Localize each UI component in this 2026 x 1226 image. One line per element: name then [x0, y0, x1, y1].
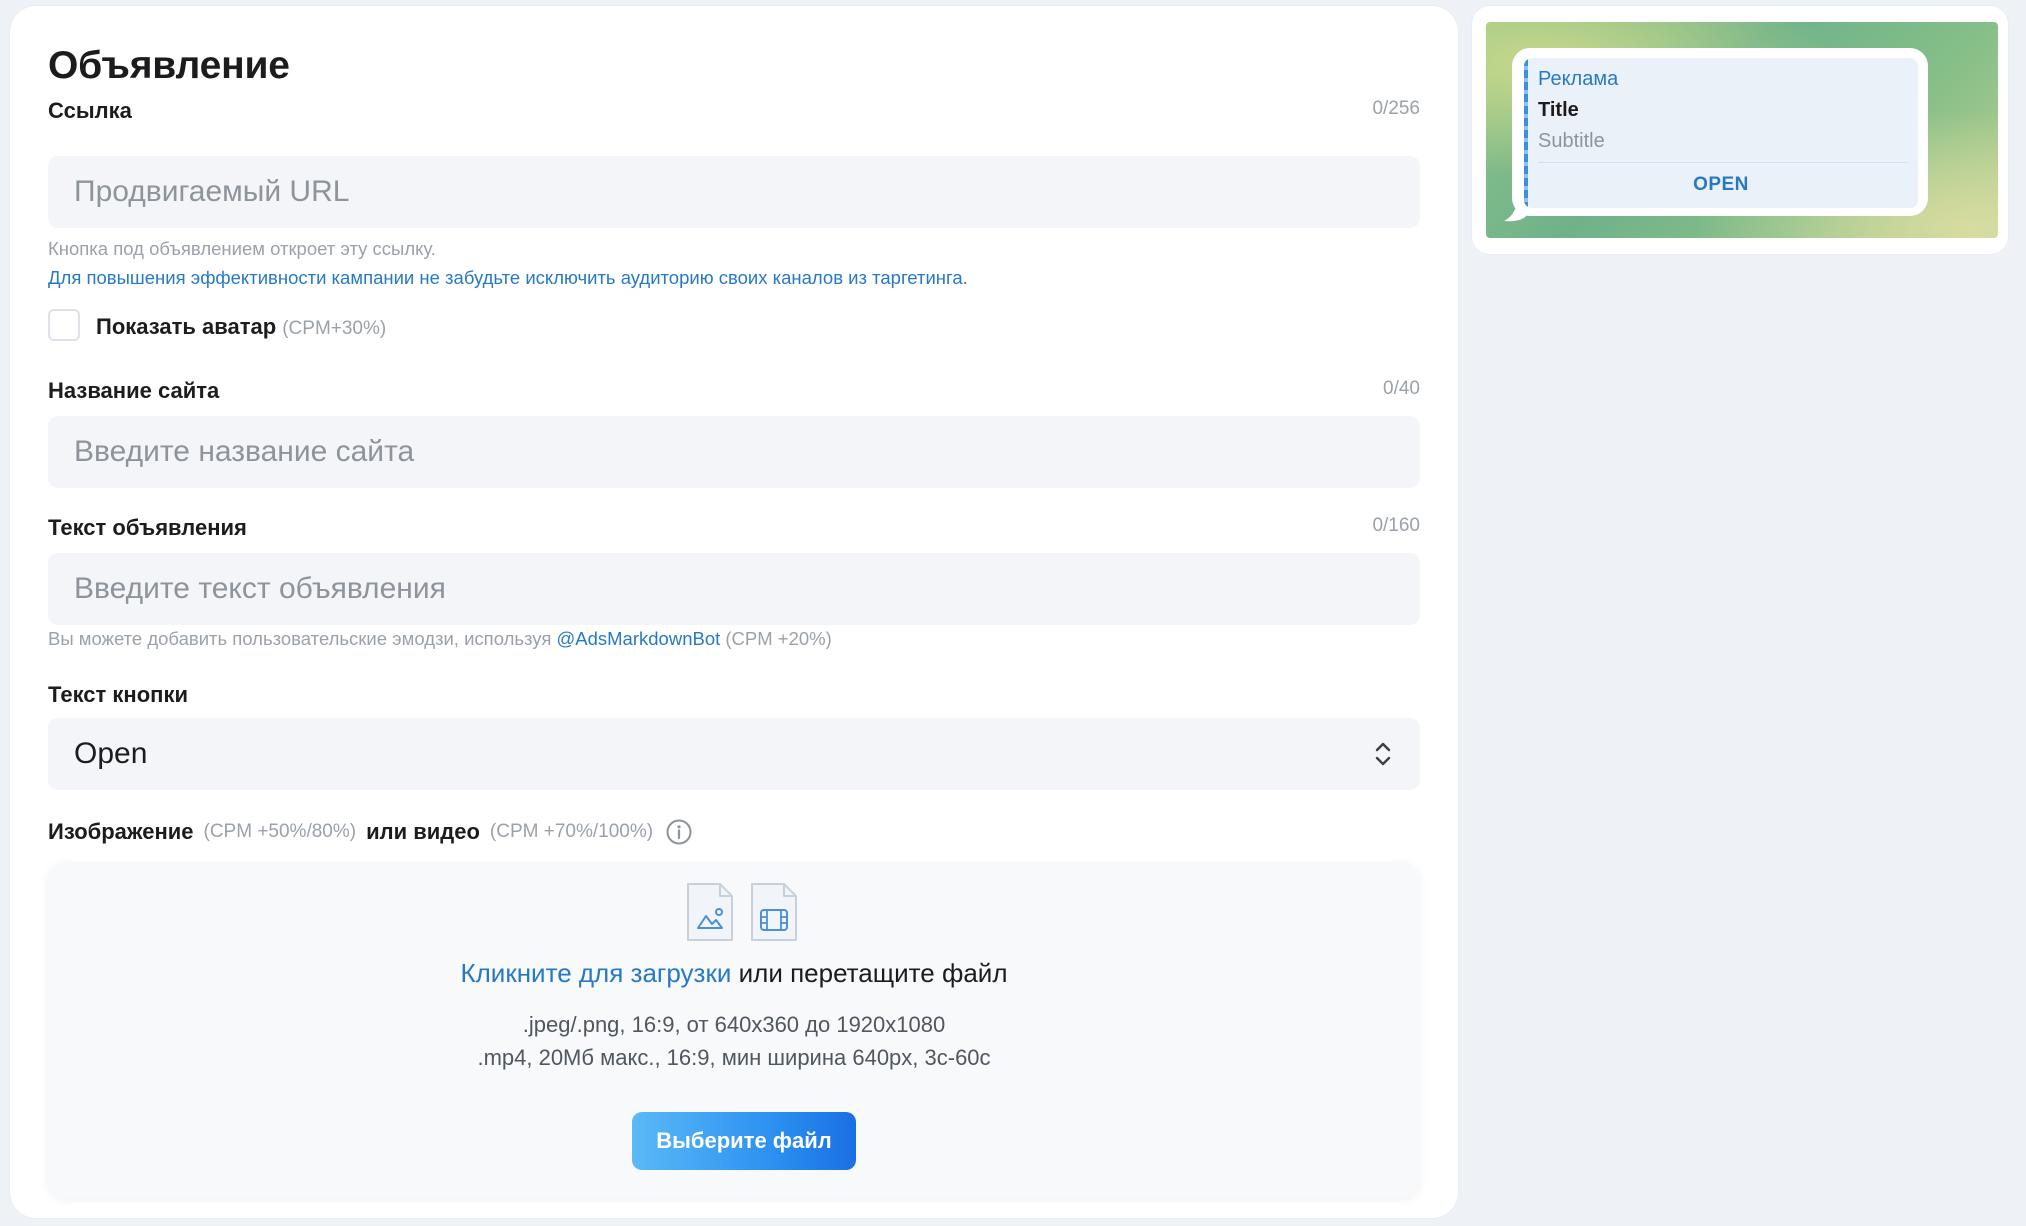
video-file-icon [751, 883, 797, 941]
media-image-cpm-note: (CPM +50%/80%) [203, 821, 357, 842]
site-name-counter: 0/40 [1383, 378, 1420, 399]
chevron-up-down-icon [1375, 742, 1391, 766]
media-video-cpm-note: (CPM +70%/100%) [489, 821, 654, 842]
ad-text-label: Текст объявления [48, 515, 247, 540]
media-video-label: или видео [366, 819, 480, 844]
image-file-icon [687, 883, 733, 941]
ad-text-counter: 0/160 [1372, 515, 1420, 536]
media-image-label: Изображение [48, 819, 194, 844]
message-bubble: Реклама Title Subtitle OPEN [1512, 48, 1928, 216]
chat-background: Реклама Title Subtitle OPEN [1486, 22, 1998, 238]
ad-text-hint-suffix: (CPM +20%) [725, 628, 832, 649]
show-avatar-text: Показать аватар [96, 314, 277, 339]
link-hint: Кнопка под объявлением откроет эту ссылк… [48, 238, 436, 259]
preview-divider [1538, 162, 1908, 163]
preview-title: Title [1538, 99, 1579, 121]
media-dropzone[interactable]: Кликните для загрузки или перетащите фай… [48, 862, 1420, 1198]
show-avatar-label[interactable]: Показать аватар (CPM+30%) [96, 314, 386, 340]
ad-preview-card: Реклама Title Subtitle OPEN [1472, 6, 2008, 254]
link-counter: 0/256 [1372, 98, 1420, 119]
button-text-select[interactable]: Open [48, 718, 1420, 790]
show-avatar-checkbox[interactable] [48, 309, 80, 341]
image-specs: .jpeg/.png, 16:9, от 640x360 до 1920x108… [522, 1012, 946, 1037]
info-icon[interactable] [665, 818, 693, 846]
upload-instruction: Кликните для загрузки или перетащите фай… [48, 958, 1420, 989]
link-hint-targeting[interactable]: Для повышения эффективности кампании не … [48, 267, 968, 289]
ad-text-input[interactable] [74, 572, 1394, 606]
media-label: Изображение (CPM +50%/80%) или видео (CP… [48, 818, 693, 846]
choose-file-button[interactable]: Выберите файл [632, 1112, 856, 1170]
link-input-wrapper [48, 156, 1420, 228]
page: Объявление Ссылка 0/256 Кнопка под объяв… [0, 0, 2026, 1226]
link-input[interactable] [74, 175, 1394, 209]
card-title: Объявление [48, 44, 290, 87]
click-to-upload-link[interactable]: Кликните для загрузки [460, 958, 731, 988]
site-name-label: Название сайта [48, 378, 220, 403]
button-text-label: Текст кнопки [48, 682, 188, 707]
site-name-input-wrapper [48, 416, 1420, 488]
ad-form-card: Объявление Ссылка 0/256 Кнопка под объяв… [10, 6, 1458, 1218]
button-text-value: Open [74, 737, 148, 770]
preview-subtitle: Subtitle [1538, 130, 1605, 152]
drag-file-text: или перетащите файл [738, 958, 1008, 988]
file-type-icons [684, 880, 800, 944]
ad-text-hint-prefix: Вы можете добавить пользовательские эмод… [48, 628, 552, 649]
sponsored-message[interactable]: Реклама Title Subtitle OPEN [1524, 58, 1918, 208]
site-name-input[interactable] [74, 435, 1394, 469]
preview-open-button[interactable]: OPEN [1524, 174, 1918, 196]
ad-text-input-wrapper [48, 553, 1420, 625]
sponsored-label: Реклама [1538, 68, 1619, 90]
show-avatar-cpm-note: (CPM+30%) [282, 318, 387, 339]
video-specs: .mp4, 20Мб макс., 16:9, мин ширина 640px… [477, 1045, 991, 1070]
ads-markdown-bot-link[interactable]: @AdsMarkdownBot [556, 628, 720, 649]
link-label: Ссылка [48, 98, 132, 123]
ad-text-hint: Вы можете добавить пользовательские эмод… [48, 628, 832, 650]
